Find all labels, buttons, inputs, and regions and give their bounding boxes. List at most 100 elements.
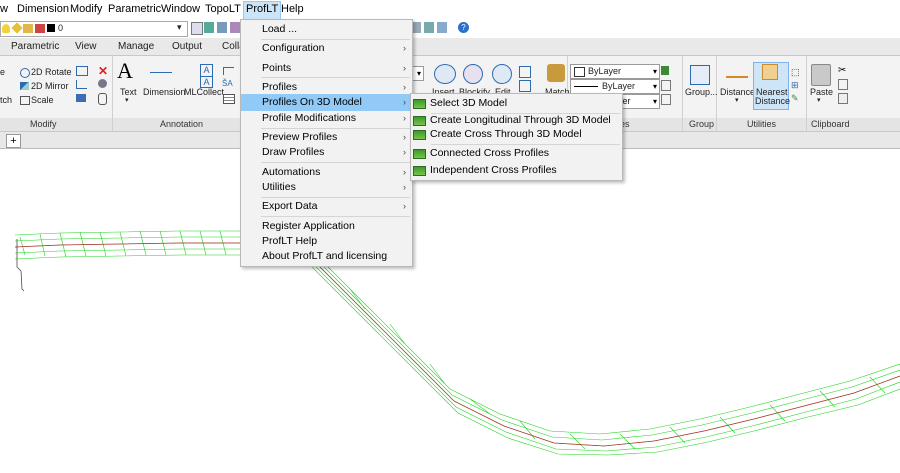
wireframe-mesh xyxy=(14,228,900,456)
mirror-2d-button[interactable]: 2D Mirror xyxy=(31,81,69,91)
tab-view[interactable]: View xyxy=(75,41,97,52)
menu-item-draw-profiles[interactable]: Draw Profiles › xyxy=(241,144,412,161)
panel-title-modify: Modify xyxy=(30,119,57,129)
menu-topolt[interactable]: TopoLT xyxy=(205,3,241,15)
select-icon[interactable]: ⊞ xyxy=(791,80,799,91)
mesh-drawing xyxy=(14,228,900,456)
dimension-button[interactable]: Dimension xyxy=(143,87,186,97)
toolbar-icon[interactable] xyxy=(424,22,434,33)
mlcollect-button[interactable]: MLCollect xyxy=(184,87,224,97)
menu-item-load[interactable]: Load ... xyxy=(241,21,412,38)
new-tab-button[interactable]: + xyxy=(6,134,21,148)
menu-item-export-data[interactable]: Export Data › xyxy=(241,198,412,215)
profile-icon xyxy=(413,116,426,126)
blockify-icon[interactable] xyxy=(463,64,483,84)
edit-block-icon[interactable] xyxy=(492,64,512,84)
text-icon[interactable]: A xyxy=(117,60,133,82)
table-icon[interactable] xyxy=(223,94,235,104)
menu-parametric[interactable]: Parametric xyxy=(108,3,161,15)
submenu-item-independent-cross[interactable]: Independent Cross Profiles xyxy=(411,162,622,179)
menu-item-points[interactable]: Points › xyxy=(241,60,412,77)
scale-icon xyxy=(20,96,30,105)
chevron-down-icon: ▾ xyxy=(652,97,657,106)
block-attr-icon[interactable] xyxy=(519,66,531,78)
chevron-down-icon[interactable]: ▾ xyxy=(125,96,129,104)
layer-tool-icon[interactable] xyxy=(191,22,203,35)
match-properties-icon[interactable] xyxy=(547,64,565,82)
menu-item-about-proflt[interactable]: About ProfLT and licensing xyxy=(241,248,412,265)
menu-view[interactable]: w xyxy=(0,3,8,15)
dimension-icon[interactable] xyxy=(150,72,172,73)
paste-button[interactable]: Paste xyxy=(810,87,833,97)
leader-icon[interactable] xyxy=(223,67,234,75)
copy-icon[interactable] xyxy=(838,79,848,90)
toolbar-icon[interactable] xyxy=(437,22,447,33)
menu-separator xyxy=(261,162,410,163)
menu-item-profiles-on-3d-model[interactable]: Profiles On 3D Model › xyxy=(241,94,412,111)
group-icon[interactable] xyxy=(690,65,710,85)
panel-title-group: Group xyxy=(689,119,715,129)
layer-tool-icon[interactable] xyxy=(217,22,227,33)
tab-manage[interactable]: Manage xyxy=(118,41,154,52)
chevron-down-icon[interactable]: ▾ xyxy=(735,96,739,104)
quickselect-icon[interactable] xyxy=(661,94,671,105)
fillet-icon[interactable] xyxy=(76,80,87,89)
chevron-down-icon[interactable]: ▾ xyxy=(177,22,182,33)
explode-icon[interactable] xyxy=(98,79,107,88)
cursor-icon[interactable]: ⬚ xyxy=(791,67,800,78)
rotate-2d-button[interactable]: 2D Rotate xyxy=(31,67,72,77)
join-icon[interactable] xyxy=(76,94,86,102)
profile-icon xyxy=(413,99,426,109)
group-button[interactable]: Group... xyxy=(685,87,718,97)
nearest-distance-label: Distance xyxy=(755,96,791,106)
chevron-down-icon[interactable]: ▾ xyxy=(817,96,821,104)
submenu-item-connected-cross[interactable]: Connected Cross Profiles xyxy=(411,145,622,162)
cut-icon[interactable]: ✂ xyxy=(838,65,846,76)
layer-combo[interactable]: 0 ▾ xyxy=(0,21,188,37)
chevron-right-icon: › xyxy=(403,97,406,107)
insert-icon[interactable] xyxy=(434,64,456,84)
submenu-item-create-cross[interactable]: Create Cross Through 3D Model xyxy=(411,126,622,143)
panel-title-utilities: Utilities xyxy=(747,119,777,129)
pick-icon[interactable]: ✎ xyxy=(791,93,799,104)
tab-output[interactable]: Output xyxy=(172,41,202,52)
array-icon[interactable] xyxy=(76,66,88,76)
copy-clip-icon[interactable] xyxy=(838,93,848,104)
menu-item-utilities[interactable]: Utilities › xyxy=(241,179,412,196)
color-combo[interactable]: ByLayer ▾ xyxy=(570,64,660,79)
menu-proflt[interactable]: ProfLT xyxy=(243,1,282,20)
properties-icon[interactable] xyxy=(661,80,671,91)
menu-window[interactable]: Window xyxy=(161,3,200,15)
scale-button[interactable]: Scale xyxy=(31,95,54,105)
menu-item-configuration[interactable]: Configuration › xyxy=(241,40,412,57)
chevron-right-icon: › xyxy=(403,63,406,73)
plot-icon xyxy=(35,24,45,33)
linetype-combo[interactable]: ByLayer ▾ xyxy=(570,79,660,94)
nearest-distance-icon xyxy=(762,64,778,80)
block-attr-icon[interactable] xyxy=(519,80,531,92)
paste-icon[interactable] xyxy=(811,64,831,86)
distance-icon[interactable] xyxy=(726,68,748,78)
color-value: ByLayer xyxy=(588,66,622,76)
tab-parametric[interactable]: Parametric xyxy=(11,41,59,52)
menu-bar: w Dimension Modify Parametric Window Top… xyxy=(0,0,900,20)
delete-icon[interactable]: ✕ xyxy=(98,64,108,78)
menu-modify[interactable]: Modify xyxy=(70,3,102,15)
menu-dimension[interactable]: Dimension xyxy=(17,3,69,15)
panel-divider xyxy=(682,56,683,131)
drawing-canvas[interactable] xyxy=(0,149,900,470)
text-style-icon[interactable]: ŠA xyxy=(222,79,233,88)
sun-icon xyxy=(11,22,23,34)
stretch-button[interactable]: tch xyxy=(0,95,12,105)
linetype-icon xyxy=(574,86,598,87)
help-icon[interactable]: ? xyxy=(458,22,469,33)
profiles-3d-submenu: Select 3D Model Create Longitudinal Thro… xyxy=(410,93,623,181)
menu-item-profile-modifications[interactable]: Profile Modifications › xyxy=(241,110,412,127)
submenu-item-select-3d-model[interactable]: Select 3D Model xyxy=(411,95,622,112)
layer-tool-icon[interactable] xyxy=(230,22,240,33)
break-icon[interactable] xyxy=(98,93,107,105)
proflt-menu: Load ... Configuration › Points › Profiles… xyxy=(240,19,413,267)
layer-tool-icon[interactable] xyxy=(204,22,214,33)
menu-help[interactable]: Help xyxy=(281,3,304,15)
list-icon[interactable] xyxy=(661,66,669,75)
